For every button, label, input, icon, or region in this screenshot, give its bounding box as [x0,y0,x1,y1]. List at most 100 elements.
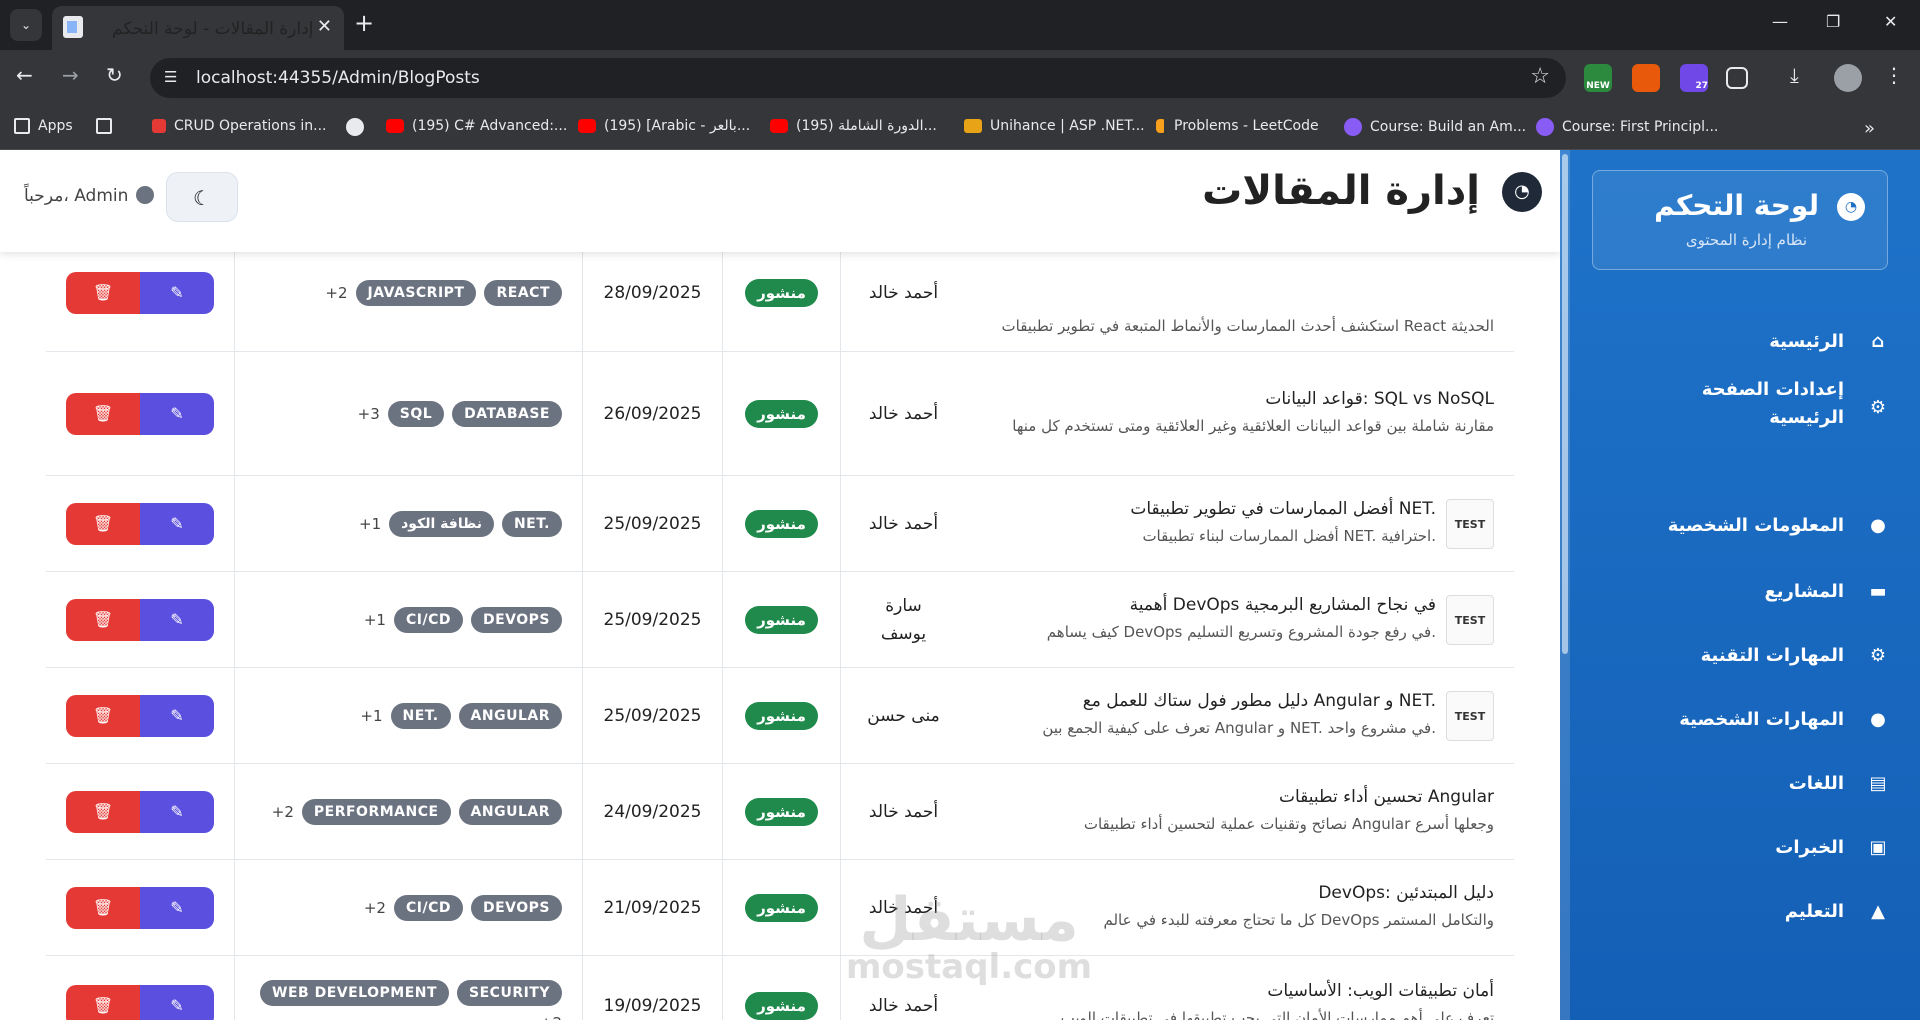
bookmark-course-1[interactable]: Course: Build an Am... [1344,118,1526,136]
page-title: إدارة المقالات [1202,168,1480,214]
tag-badge: DATABASE [452,400,562,427]
reload-icon[interactable]: ↻ [106,64,123,86]
tag-badge: PERFORMANCE [301,798,451,825]
delete-button[interactable]: 🗑 [66,694,140,737]
bookmark-crud[interactable]: CRUD Operations in... [152,118,327,134]
post-title[interactable]: قواعد البيانات: SQL vs NoSQL [966,389,1514,409]
status-wrap: منشور [723,797,840,826]
tags-list: DEVOPS CI/CD +1 [235,606,582,633]
forward-icon[interactable]: → [62,64,79,86]
sidebar-brand[interactable]: ◔ لوحة التحكم نظام إدارة المحتوى [1592,170,1888,270]
sidebar-scrollbar[interactable] [1560,150,1570,1020]
delete-button[interactable]: 🗑 [66,886,140,929]
edit-button[interactable]: ✎ [140,984,214,1020]
status-badge: منشور [745,509,818,538]
leetcode-icon [1156,119,1166,133]
welcome-text: مرحباً، Admin [24,186,129,206]
minimize-window-icon[interactable]: — [1772,12,1788,31]
post-title[interactable]: أفضل الممارسات في تطوير تطبيقات NET. [966,499,1514,519]
edit-button[interactable]: ✎ [140,790,214,833]
site-info-icon[interactable]: ☰ [164,68,184,88]
edit-button[interactable]: ✎ [140,886,214,929]
post-thumbnail: TEST [1446,691,1494,741]
action-buttons: 🗑 ✎ [66,790,214,833]
back-icon[interactable]: ← [16,64,33,86]
bookmark-globe[interactable] [346,118,364,136]
sidebar-item-label: المشاريع [1764,581,1845,602]
sidebar-item-label: الرئيسية [1769,331,1844,352]
delete-button[interactable]: 🗑 [66,790,140,833]
post-description: تعرف على أهم ممارسات الأمان التي يجب تطب… [1060,1008,1494,1020]
tags-list: DATABASE SQL +3 [235,400,582,427]
dashboard-gauge-icon: ◔ [1502,172,1542,212]
more-tags-count: +1 [363,610,386,629]
bookmark-youtube-3[interactable]: (195) الدورة الشاملة... [770,118,937,134]
download-icon[interactable]: ⤓ [1790,64,1799,86]
tag-badge: DEVOPS [470,606,562,633]
tags-list: ANGULAR PERFORMANCE +2 [235,798,582,825]
delete-button[interactable]: 🗑 [66,598,140,641]
bookmark-leetcode[interactable]: Problems - LeetCode [1156,118,1319,134]
extensions-puzzle-icon[interactable] [1726,67,1748,89]
bookmark-youtube-1[interactable]: (195) C# Advanced:... [386,118,567,134]
more-bookmarks-icon[interactable]: » [1864,118,1875,139]
restore-window-icon[interactable]: ❐ [1826,12,1840,31]
extension-new-icon[interactable]: NEW [1584,64,1612,92]
close-window-icon[interactable]: ✕ [1884,12,1897,31]
status-cell: منشور [722,668,840,763]
bookmark-course-2[interactable]: Course: First Principl... [1536,118,1718,136]
bookmark-unihance[interactable]: Unihance | ASP .NET... [964,118,1145,134]
delete-button[interactable]: 🗑 [66,502,140,545]
date-cell: 25/09/2025 [582,668,722,763]
chrome-menu-icon[interactable]: ⋮ [1884,64,1904,86]
extension-icon[interactable] [1632,64,1660,92]
status-cell: منشور [722,956,840,1020]
bookmark-star-icon[interactable]: ☆ [1530,64,1550,89]
edit-button[interactable]: ✎ [140,598,214,641]
author-cell: أحمد خالد [840,352,966,475]
close-tab-icon[interactable]: ✕ [317,16,332,37]
date-cell: 21/09/2025 [582,860,722,955]
post-author: أحمد خالد [868,801,939,822]
table-row: DevOps: دليل المبتدئين كل ما تحتاج معرفته… [46,860,1514,956]
edit-button[interactable]: ✎ [140,502,214,545]
theme-toggle-button[interactable]: ☾ [166,172,238,222]
delete-button[interactable]: 🗑 [66,271,140,314]
post-title-cell: دليل مطور فول ستاك للعمل مع Angular و NE… [966,668,1514,763]
post-date: 19/09/2025 [603,995,702,1016]
edit-button[interactable]: ✎ [140,694,214,737]
bookmark-apps[interactable]: Apps [14,118,73,134]
post-title[interactable]: أهمية DevOps في نجاح المشاريع البرمجية [966,595,1514,615]
tab-favicon-icon [63,16,83,38]
post-title[interactable]: تحسين أداء تطبيقات Angular [966,787,1514,807]
edit-button[interactable]: ✎ [140,271,214,314]
edit-button[interactable]: ✎ [140,392,214,435]
scrollbar-thumb[interactable] [1562,154,1568,654]
new-tab-button[interactable]: + [354,10,374,36]
extension-count-icon[interactable]: 27 [1680,64,1708,92]
course-icon [1536,118,1554,136]
sidebar-item-label: اللغات [1788,773,1844,794]
tag-badge: WEB DEVELOPMENT [260,979,450,1006]
status-badge: منشور [745,701,818,730]
post-description: أفضل الممارسات لبناء تطبيقات NET. احتراف… [1142,526,1436,545]
post-author: أحمد خالد [868,282,939,303]
post-title[interactable]: دليل مطور فول ستاك للعمل مع Angular و NE… [966,691,1514,711]
dashboard-gauge-icon: ◔ [1837,193,1865,221]
tab-search-button[interactable]: ⌄ [10,9,42,41]
post-author: أحمد خالد [868,403,939,424]
bookmark-grid[interactable] [96,118,112,134]
delete-button[interactable]: 🗑 [66,392,140,435]
profile-avatar[interactable] [1834,64,1862,92]
tag-badge: DEVOPS [470,894,562,921]
status-badge: منشور [745,605,818,634]
tags-list: ANGULAR NET. +1 [235,702,582,729]
browser-tab-active[interactable]: إدارة المقالات - لوحة التحكم ✕ [52,6,344,50]
url-text: localhost:44355/Admin/BlogPosts [196,68,480,88]
delete-button[interactable]: 🗑 [66,984,140,1020]
status-wrap: منشور [723,893,840,922]
tags-cell: DEVOPS CI/CD +1 [234,572,582,667]
course-icon [1344,118,1362,136]
bookmark-youtube-2[interactable]: (195) [Arabic - بالعر... [578,118,750,134]
address-bar[interactable]: ☰ localhost:44355/Admin/BlogPosts ☆ [150,58,1566,98]
